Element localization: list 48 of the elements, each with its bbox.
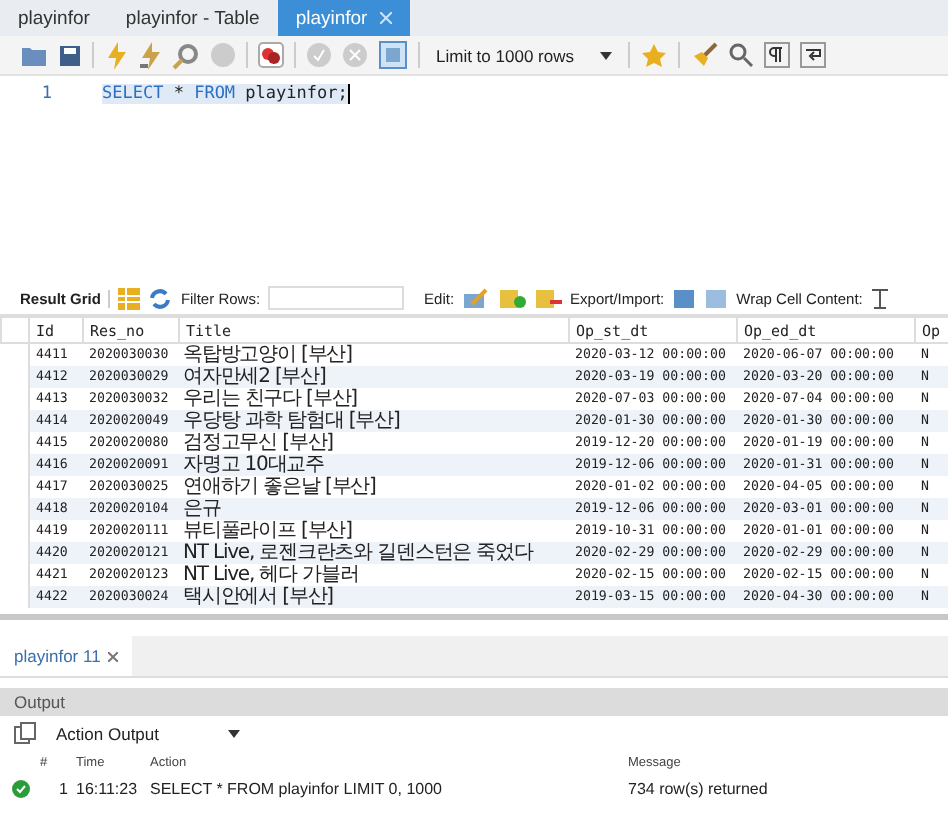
caret-icon	[600, 51, 612, 59]
edit-row-icon[interactable]	[462, 287, 491, 309]
table-cell: 자명고 10대교주	[179, 454, 569, 476]
toggle-icon[interactable]	[258, 42, 284, 68]
limit-dropdown[interactable]: Limit to 1000 rows	[430, 45, 618, 65]
table-cell-text: SELECT * FROM playinfor LIMIT 0, 1000	[150, 780, 444, 798]
table-cell-text: 16:11:23	[76, 780, 140, 798]
brush-icon[interactable]	[690, 41, 718, 69]
lightning-icon[interactable]	[104, 41, 128, 69]
table-cell: 우리는 친구다 [부산]	[179, 388, 569, 410]
lightning-cursor-icon[interactable]	[138, 41, 162, 69]
magnifier-icon[interactable]	[172, 41, 200, 69]
folder-icon[interactable]	[20, 43, 48, 67]
export-icon[interactable]	[672, 287, 697, 309]
table-cell-text: 1	[57, 780, 70, 798]
wrap-icon[interactable]	[800, 42, 826, 68]
star-icon[interactable]	[640, 41, 668, 69]
add-row-icon[interactable]	[498, 287, 527, 309]
copy-icon[interactable]	[14, 722, 36, 744]
import-icon[interactable]	[704, 287, 729, 309]
table-cell: 여자만세2 [부산]	[179, 366, 569, 388]
sql-code[interactable]: SELECT * FROM playinfor;	[102, 84, 350, 104]
grid-icon[interactable]	[118, 287, 141, 309]
table-cell: 우당탕 과학 탐험대 [부산]	[179, 410, 569, 432]
filter-rows-field[interactable]	[268, 286, 405, 310]
delete-row-icon[interactable]	[534, 287, 563, 309]
table-cell: 옥탑방고양이 [부산]	[179, 343, 569, 366]
output-title: Output	[14, 692, 66, 712]
paragraph-icon[interactable]	[764, 42, 790, 68]
caret-icon	[228, 729, 240, 737]
table-cell: 뷰티풀라이프 [부산]	[179, 520, 569, 542]
table-cell: NT Live, 헤다 가블러	[179, 564, 569, 586]
search-icon[interactable]	[728, 42, 754, 68]
wrap-cell-icon[interactable]	[870, 287, 891, 309]
table-cell: 은규	[179, 498, 569, 520]
table-cell: 검정고무신 [부산]	[179, 432, 569, 454]
save-icon[interactable]	[58, 43, 82, 67]
table-cell: 택시안에서 [부산]	[179, 586, 569, 608]
refresh-icon[interactable]	[148, 287, 173, 309]
editor-tab[interactable]: playinfor	[0, 0, 108, 36]
result-tab[interactable]: playinfor 11	[0, 636, 133, 676]
table-cell: 연애하기 좋은날 [부산]	[179, 476, 569, 498]
table-cell-text: 734 row(s) returned	[628, 780, 770, 798]
close-icon[interactable]	[108, 651, 119, 661]
editor-tab[interactable]: playinfor - Table	[107, 0, 278, 36]
table-cell: NT Live, 로젠크란츠와 길덴스턴은 죽었다	[179, 542, 569, 564]
line-number: 1	[39, 84, 52, 104]
toggle-output-icon[interactable]	[378, 40, 408, 70]
